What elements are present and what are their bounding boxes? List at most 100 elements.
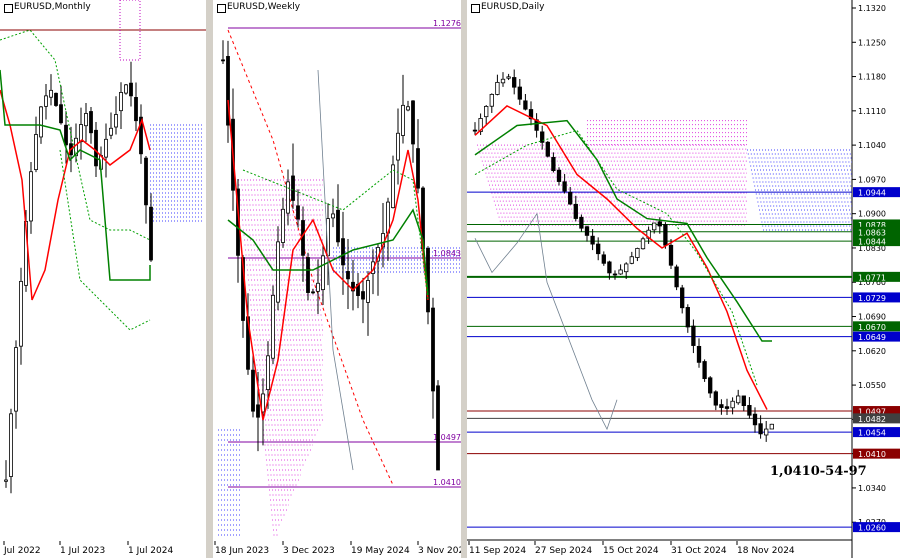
candle-body bbox=[758, 423, 763, 435]
candle-body bbox=[590, 235, 595, 245]
x-axis-label: 3 Dec 2023 bbox=[283, 546, 335, 556]
monthly-chart-panel[interactable]: Jul 2022 1 Jul 2023 1 Jul 2024 EURUSD,Mont… bbox=[0, 0, 206, 558]
candle-body bbox=[607, 261, 612, 274]
candle-body bbox=[416, 148, 420, 189]
y-axis-label: 1.0970 bbox=[858, 175, 886, 184]
candle-body bbox=[256, 404, 260, 418]
candle-body bbox=[134, 97, 138, 122]
x-axis-label: 27 Sep 2024 bbox=[535, 546, 592, 556]
candle-body bbox=[396, 132, 400, 161]
candle-body bbox=[719, 404, 724, 408]
candle-body bbox=[512, 77, 517, 88]
x-axis-label: 1 Jul 2024 bbox=[128, 546, 173, 556]
daily-chart-title: EURUSD,Daily bbox=[469, 2, 545, 13]
candle-body bbox=[144, 157, 148, 206]
candle-body bbox=[747, 405, 752, 416]
candle-body bbox=[44, 95, 48, 107]
y-axis-label: 1.0620 bbox=[858, 347, 886, 356]
level-price-label: 1.0944 bbox=[858, 189, 886, 198]
candle-body bbox=[652, 222, 657, 231]
y-axis-label: 1.1320 bbox=[858, 4, 886, 13]
candle-body bbox=[556, 169, 562, 182]
candle-body bbox=[124, 84, 128, 94]
candle-body bbox=[251, 369, 255, 412]
candle-body bbox=[119, 92, 123, 112]
candle-body bbox=[406, 106, 410, 111]
level-price-label: 1.0454 bbox=[858, 429, 886, 438]
candle-body bbox=[361, 291, 365, 300]
candle-body bbox=[366, 280, 370, 303]
weekly-chart-title: EURUSD,Weekly bbox=[215, 2, 301, 13]
weekly-chart: 1.12761.08431.04971.041018 Jun 2023 3 Dec… bbox=[214, 19, 461, 556]
candle-body bbox=[291, 175, 295, 201]
candle-body bbox=[311, 291, 315, 294]
candle-body bbox=[579, 216, 584, 229]
candle-body bbox=[663, 224, 668, 246]
x-axis-label: 3 Nov 2024 bbox=[418, 546, 461, 556]
chikou-span-line bbox=[474, 212, 618, 431]
candle-body bbox=[341, 238, 345, 266]
candle-body bbox=[696, 345, 702, 363]
candle-body bbox=[668, 244, 674, 266]
candle-body bbox=[562, 181, 567, 192]
y-axis-label: 1.1040 bbox=[858, 141, 886, 150]
candle-body bbox=[104, 138, 108, 158]
candle-body bbox=[14, 347, 18, 412]
y-axis-label: 1.0900 bbox=[858, 210, 886, 219]
candle-body bbox=[489, 93, 494, 107]
senkou-span-line bbox=[59, 149, 151, 331]
candle-body bbox=[346, 271, 350, 280]
y-axis-label: 1.0550 bbox=[858, 381, 886, 390]
daily-chart-panel[interactable]: 1.1320 1.1250 1.1180 1.1110 1.1040 1.0970 1.09… bbox=[467, 0, 900, 558]
candle-body bbox=[584, 226, 590, 236]
candle-body bbox=[708, 377, 713, 394]
tenkan-sen-line bbox=[474, 105, 768, 410]
x-axis-label: 31 Oct 2024 bbox=[671, 546, 727, 556]
weekly-chart-panel[interactable]: 1.1276 1.0843 1.0497 1.0410 18 Jun 2023 3 Dec… bbox=[213, 0, 461, 558]
x-axis-label: Jul 2022 bbox=[3, 546, 41, 556]
candle-body bbox=[640, 238, 646, 250]
candle-body bbox=[54, 92, 58, 106]
y-axis-label: 1.0690 bbox=[858, 313, 886, 322]
candle-body bbox=[84, 113, 88, 127]
candle-body bbox=[4, 479, 8, 482]
candle-body bbox=[624, 263, 629, 273]
kijun-sen-line bbox=[474, 119, 772, 342]
candle-body bbox=[321, 255, 325, 291]
candle-body bbox=[612, 273, 618, 276]
candle-body bbox=[545, 141, 550, 157]
candle-body bbox=[49, 89, 53, 98]
monthly-chart: Jul 2022 1 Jul 2023 1 Jul 2024 bbox=[0, 0, 206, 556]
kijun-sen-line bbox=[0, 69, 151, 281]
candle-body bbox=[713, 391, 718, 406]
level-label: 1.0410 bbox=[433, 478, 461, 487]
candle-body bbox=[601, 254, 606, 264]
candle-body bbox=[301, 220, 305, 256]
candle-body bbox=[306, 257, 310, 293]
candle-body bbox=[411, 100, 415, 145]
candle-body bbox=[657, 221, 662, 227]
candle-body bbox=[517, 86, 522, 100]
candle-body bbox=[109, 127, 113, 136]
candle-body bbox=[730, 400, 735, 409]
candle-body bbox=[436, 385, 440, 471]
candle-body bbox=[702, 361, 707, 380]
candle-body bbox=[391, 164, 395, 209]
candle-body bbox=[149, 206, 153, 261]
level-price-label: 1.0729 bbox=[858, 294, 886, 303]
candle-body bbox=[752, 413, 758, 426]
candle-body bbox=[769, 423, 774, 430]
candle-body bbox=[281, 208, 285, 243]
level-price-label: 1.0844 bbox=[858, 238, 886, 247]
level-price-label: 1.0649 bbox=[858, 333, 886, 342]
candle-body bbox=[523, 100, 528, 110]
candle-body bbox=[685, 307, 690, 328]
candle-body bbox=[551, 156, 556, 172]
panel-separator[interactable] bbox=[206, 0, 213, 558]
candle-body bbox=[276, 241, 280, 303]
candle-body bbox=[271, 294, 275, 359]
candle-body bbox=[629, 256, 634, 264]
candle-body bbox=[736, 395, 741, 404]
candle-body bbox=[331, 213, 335, 219]
candle-body bbox=[401, 104, 405, 136]
